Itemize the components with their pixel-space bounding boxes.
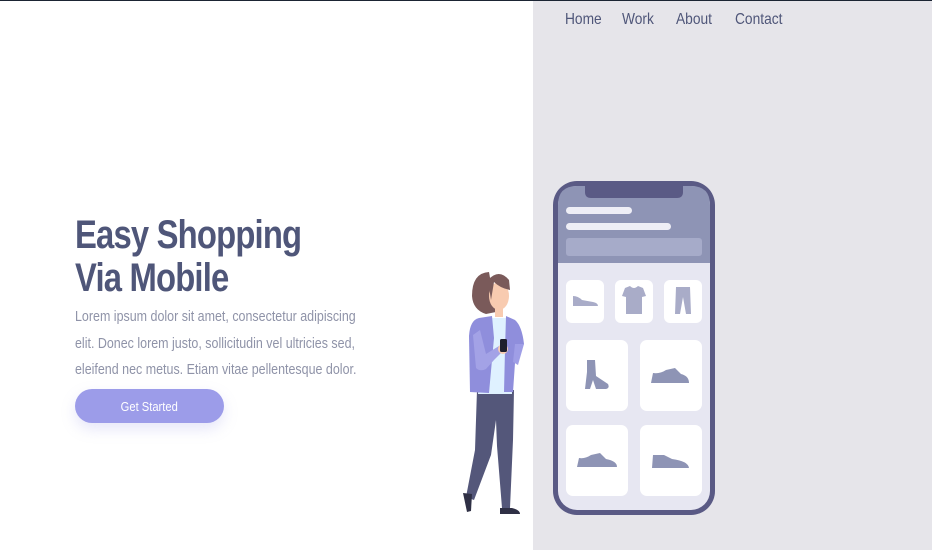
hero-title-line-1: Easy Shopping <box>75 213 302 257</box>
get-started-button[interactable]: Get Started <box>75 389 224 423</box>
hero-illustration-panel <box>533 1 932 550</box>
nav-contact[interactable]: Contact <box>735 11 782 29</box>
get-started-label: Get Started <box>120 398 179 414</box>
hero-title: Easy Shopping Via Mobile <box>75 214 321 300</box>
woman-holding-phone-icon <box>463 272 524 514</box>
nav-about[interactable]: About <box>676 11 712 29</box>
hero-description: Lorem ipsum dolor sit amet, consectetur … <box>75 309 357 378</box>
hero-title-line-2: Via Mobile <box>75 256 229 300</box>
nav-home[interactable]: Home <box>565 11 602 29</box>
nav-work[interactable]: Work <box>622 11 654 29</box>
